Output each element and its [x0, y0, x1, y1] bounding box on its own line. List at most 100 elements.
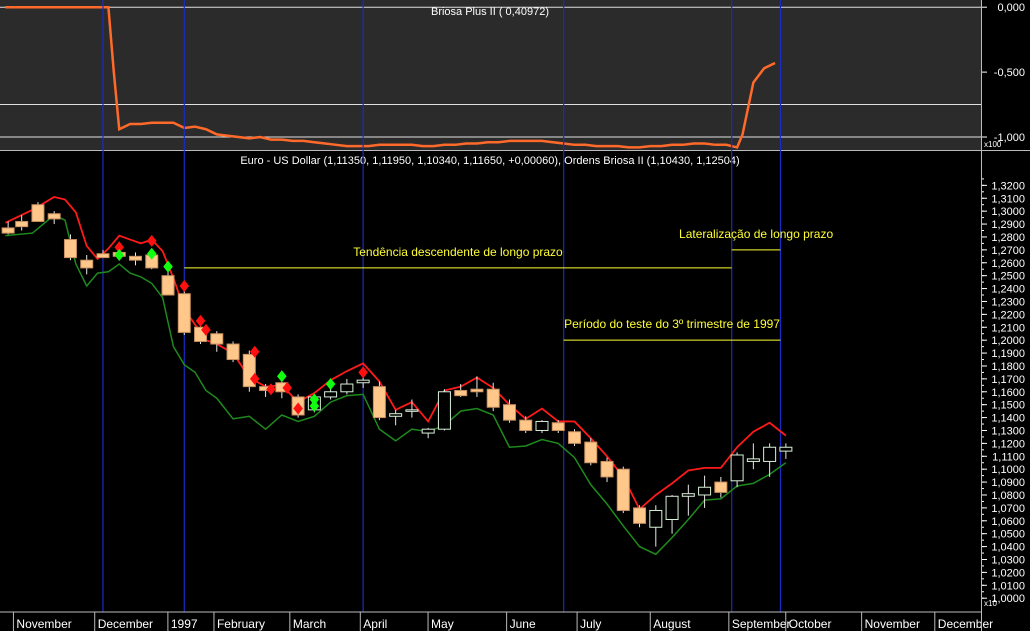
price-y-tick-label: 1,1400 — [991, 413, 1025, 425]
price-y-tick-label: 1,1300 — [991, 425, 1025, 437]
price-y-tick-label: 1,0200 — [991, 567, 1025, 579]
buy-signal — [277, 370, 287, 383]
annotation-label: Tendência descendente de longo prazo — [353, 245, 563, 259]
x-tick-label: September — [732, 617, 791, 631]
price-y-tick-label: 1,3100 — [991, 193, 1025, 205]
x-tick-label: May — [431, 617, 454, 631]
candle — [600, 457, 614, 483]
price-y-tick-label: 1,0300 — [991, 554, 1025, 566]
candle — [714, 476, 728, 498]
annotations: Tendência descendente de longo prazo Late… — [184, 227, 833, 341]
candle — [519, 416, 533, 434]
sell-signal — [195, 314, 206, 327]
candle-body — [763, 446, 777, 462]
indicator-y-tick-label: -0,500 — [994, 67, 1025, 79]
candle-body — [80, 259, 94, 269]
x-tick-label: April — [363, 617, 387, 631]
candle — [633, 505, 647, 528]
candle-body — [389, 413, 403, 417]
price-y-tick-label: 1,0100 — [991, 580, 1025, 592]
candle-body — [568, 431, 582, 444]
price-y-tick-label: 1,0400 — [991, 542, 1025, 554]
candle — [389, 409, 403, 426]
candle-body — [681, 493, 695, 497]
candle-body — [698, 486, 712, 496]
candle-body — [616, 468, 630, 511]
x-tick-label: December — [938, 617, 993, 631]
price-scale-label: x10 — [984, 599, 997, 608]
candle — [616, 466, 630, 514]
price-y-tick-label: 1,0700 — [991, 503, 1025, 515]
price-y-tick-label: 1,2900 — [991, 219, 1025, 231]
price-title: Euro - US Dollar (1,11350, 1,11950, 1,10… — [240, 155, 739, 167]
candle — [210, 331, 224, 352]
candle — [340, 378, 354, 395]
candle-body — [502, 404, 516, 421]
price-y-tick-label: 1,1900 — [991, 348, 1025, 360]
candle-body — [714, 481, 728, 493]
x-tick-label: November — [865, 617, 920, 631]
price-y-tick-label: 1,2100 — [991, 322, 1025, 334]
candle — [80, 255, 94, 275]
candle-body — [15, 220, 29, 228]
price-y-tick-label: 1,2800 — [991, 232, 1025, 244]
candle — [96, 249, 110, 259]
candle — [502, 399, 516, 423]
candle-body — [584, 441, 598, 464]
candle — [63, 234, 77, 261]
candle-body — [356, 379, 370, 384]
candle-body — [486, 388, 500, 408]
price-y-tick-label: 1,2000 — [991, 335, 1025, 347]
candle-body — [96, 253, 110, 259]
price-y-tick-label: 1,0500 — [991, 529, 1025, 541]
price-y-tick-label: 1,0600 — [991, 516, 1025, 528]
candle — [698, 475, 712, 508]
indicator-y-axis: 0,000-0,500-1,000 — [981, 2, 1025, 144]
candle-body — [324, 391, 338, 398]
x-tick-label: March — [293, 617, 326, 631]
candle — [31, 202, 45, 222]
candle-body — [665, 495, 679, 520]
annotation-label: Lateralização de longo prazo — [679, 227, 833, 241]
candle-body — [1, 227, 15, 234]
candle-body — [421, 428, 435, 434]
price-y-tick-label: 1,2500 — [991, 271, 1025, 283]
candle-body — [31, 204, 45, 222]
x-tick-label: December — [98, 617, 153, 631]
candle — [177, 288, 191, 336]
candle — [535, 420, 549, 434]
price-y-tick-label: 1,1500 — [991, 400, 1025, 412]
candle — [226, 341, 240, 363]
candle — [372, 381, 386, 421]
candle — [779, 443, 793, 459]
x-tick-label: October — [789, 617, 832, 631]
upper-band-line — [5, 196, 787, 511]
indicator-scale-label: x100 — [984, 140, 1002, 149]
sell-signal — [179, 279, 190, 292]
candle-body — [177, 293, 191, 333]
x-axis: November December 1997 February March April Ma… — [0, 611, 993, 631]
candle-body — [437, 391, 451, 430]
candle — [161, 271, 175, 296]
price-y-tick-label: 1,2300 — [991, 296, 1025, 308]
candle-body — [161, 275, 175, 296]
candle — [730, 452, 744, 488]
candle-body — [649, 509, 663, 528]
candle-body — [63, 239, 77, 259]
candle — [405, 399, 419, 418]
candle-body — [372, 386, 386, 419]
price-y-tick-label: 1,0900 — [991, 477, 1025, 489]
candle — [454, 384, 468, 397]
price-y-tick-label: 1,3200 — [991, 180, 1025, 192]
candle-body — [746, 458, 760, 462]
price-y-tick-label: 1,1000 — [991, 464, 1025, 476]
chart-canvas: 0,000-0,500-1,000 Briosa Plus II ( 0,409… — [0, 0, 1030, 631]
price-y-tick-label: 1,0800 — [991, 490, 1025, 502]
candle-body — [454, 389, 468, 397]
candle — [649, 505, 663, 547]
candle-body — [47, 213, 61, 220]
buy-signal — [325, 378, 336, 391]
candle-body — [779, 446, 793, 452]
candle-body — [405, 409, 419, 412]
candle — [421, 427, 435, 439]
